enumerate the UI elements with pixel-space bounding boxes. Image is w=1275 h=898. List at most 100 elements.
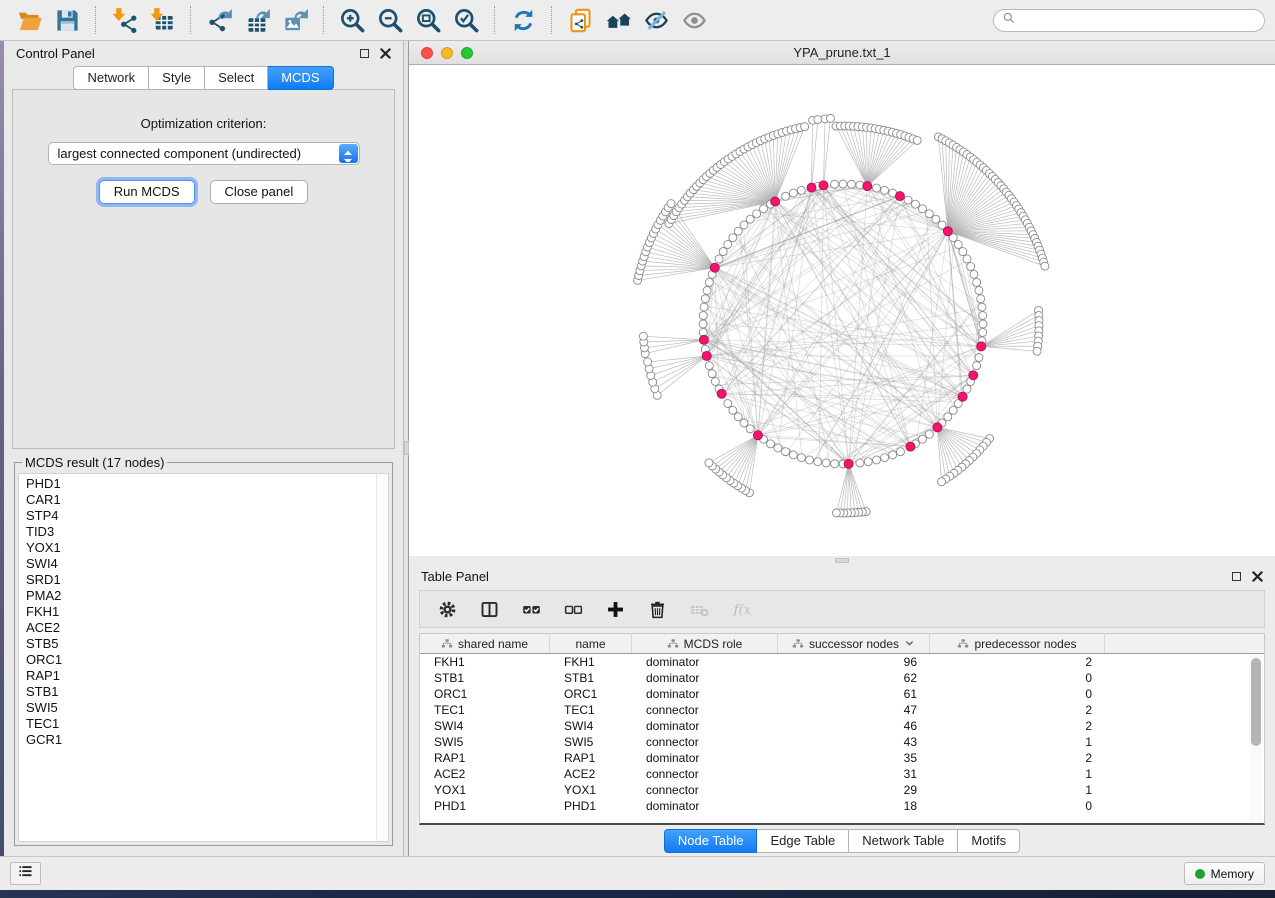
mcds-result-item[interactable]: STB5 <box>26 636 374 652</box>
table-cell[interactable]: 43 <box>778 735 930 749</box>
clone-network-button[interactable] <box>561 4 599 36</box>
graph-hub-node[interactable] <box>943 227 952 236</box>
graph-node[interactable] <box>1033 347 1041 355</box>
graph-node[interactable] <box>959 248 967 256</box>
export-image-button[interactable] <box>276 4 314 36</box>
save-session-button[interactable] <box>48 4 86 36</box>
table-cell[interactable]: 62 <box>778 671 930 685</box>
graph-node[interactable] <box>938 478 946 486</box>
tab-node-table[interactable]: Node Table <box>664 829 758 853</box>
table-cell[interactable]: 0 <box>930 671 1105 685</box>
graph-node[interactable] <box>978 303 986 311</box>
table-cell[interactable]: ORC1 <box>420 687 550 701</box>
graph-node[interactable] <box>797 454 805 462</box>
table-cell[interactable]: connector <box>632 703 778 717</box>
show-overview-button[interactable] <box>599 4 637 36</box>
table-cell[interactable]: FKH1 <box>420 655 550 669</box>
graph-node[interactable] <box>979 328 987 336</box>
table-scrollbar[interactable] <box>1249 655 1263 822</box>
graph-node[interactable] <box>700 303 708 311</box>
graph-node[interactable] <box>826 114 834 122</box>
show-panels-button[interactable] <box>10 862 41 885</box>
table-cell[interactable]: SWI4 <box>420 719 550 733</box>
table-row[interactable]: ACE2ACE2connector311 <box>420 766 1264 782</box>
graph-node[interactable] <box>699 312 707 320</box>
graph-node[interactable] <box>1041 262 1049 270</box>
network-canvas[interactable] <box>409 65 1275 556</box>
table-cell[interactable]: RAP1 <box>550 751 632 765</box>
graph-hub-node[interactable] <box>969 371 978 380</box>
graph-node[interactable] <box>856 459 864 467</box>
graph-node[interactable] <box>644 358 652 366</box>
graph-node[interactable] <box>667 200 675 208</box>
mcds-result-item[interactable]: ACE2 <box>26 620 374 636</box>
import-table-button[interactable] <box>143 4 181 36</box>
graph-node[interactable] <box>832 509 840 517</box>
table-cell[interactable]: dominator <box>632 687 778 701</box>
close-mcds-panel-button[interactable]: Close panel <box>210 180 309 204</box>
zoom-fit-button[interactable] <box>409 4 447 36</box>
mcds-result-item[interactable]: STP4 <box>26 508 374 524</box>
table-cell[interactable]: 47 <box>778 703 930 717</box>
graph-node[interactable] <box>954 240 962 248</box>
graph-node[interactable] <box>724 240 732 248</box>
graph-hub-node[interactable] <box>717 389 726 398</box>
table-cell[interactable]: connector <box>632 735 778 749</box>
mcds-result-item[interactable]: CAR1 <box>26 492 374 508</box>
mcds-result-item[interactable]: PMA2 <box>26 588 374 604</box>
graph-node[interactable] <box>805 456 813 464</box>
control-panel-close-icon[interactable] <box>380 48 391 59</box>
table-cell[interactable]: 96 <box>778 655 930 669</box>
table-cell[interactable]: 2 <box>930 655 1105 669</box>
graph-node[interactable] <box>847 180 855 188</box>
graph-node[interactable] <box>839 180 847 188</box>
graph-node[interactable] <box>963 385 971 393</box>
zoom-selected-button[interactable] <box>447 4 485 36</box>
table-cell[interactable]: connector <box>632 767 778 781</box>
table-row[interactable]: SWI5SWI5connector431 <box>420 734 1264 750</box>
splitter-grip[interactable] <box>835 558 849 563</box>
add-column-button[interactable] <box>605 599 626 620</box>
column-header-name[interactable]: name <box>550 634 632 653</box>
mcds-result-item[interactable]: TEC1 <box>26 716 374 732</box>
mcds-result-item[interactable]: PHD1 <box>26 476 374 492</box>
graph-node[interactable] <box>919 435 927 443</box>
graph-hub-node[interactable] <box>807 183 816 192</box>
column-header-predecessor-nodes[interactable]: predecessor nodes <box>930 634 1105 653</box>
graph-node[interactable] <box>759 205 767 213</box>
graph-node[interactable] <box>896 448 904 456</box>
graph-node[interactable] <box>703 286 711 294</box>
mcds-result-item[interactable]: RAP1 <box>26 668 374 684</box>
deselect-all-button[interactable] <box>563 599 584 620</box>
table-cell[interactable]: 0 <box>930 799 1105 813</box>
graph-node[interactable] <box>963 255 971 263</box>
export-network-button[interactable] <box>200 4 238 36</box>
graph-node[interactable] <box>979 312 987 320</box>
table-row[interactable]: PHD1PHD1dominator180 <box>420 798 1264 814</box>
table-cell[interactable]: 2 <box>930 751 1105 765</box>
graph-node[interactable] <box>944 413 952 421</box>
graph-hub-node[interactable] <box>699 335 708 344</box>
select-all-button[interactable] <box>521 599 542 620</box>
graph-hub-node[interactable] <box>753 431 762 440</box>
graph-hub-node[interactable] <box>702 351 711 360</box>
table-cell[interactable]: PHD1 <box>550 799 632 813</box>
column-header-successor-nodes[interactable]: successor nodes <box>778 634 930 653</box>
delete-column-button[interactable] <box>647 599 668 620</box>
table-cell[interactable]: connector <box>632 783 778 797</box>
column-header-mcds-role[interactable]: MCDS role <box>632 634 778 653</box>
graph-node[interactable] <box>705 459 713 467</box>
table-cell[interactable]: 35 <box>778 751 930 765</box>
table-cell[interactable]: FKH1 <box>550 655 632 669</box>
graph-node[interactable] <box>873 184 881 192</box>
mcds-result-item[interactable]: TID3 <box>26 524 374 540</box>
run-mcds-button[interactable]: Run MCDS <box>99 180 195 204</box>
graph-node[interactable] <box>719 248 727 256</box>
graph-hub-node[interactable] <box>977 342 986 351</box>
mcds-result-item[interactable]: SWI5 <box>26 700 374 716</box>
hide-flagged-button[interactable] <box>637 4 675 36</box>
open-file-button[interactable] <box>10 4 48 36</box>
graph-node[interactable] <box>734 227 742 235</box>
graph-hub-node[interactable] <box>819 181 828 190</box>
graph-node[interactable] <box>746 425 754 433</box>
